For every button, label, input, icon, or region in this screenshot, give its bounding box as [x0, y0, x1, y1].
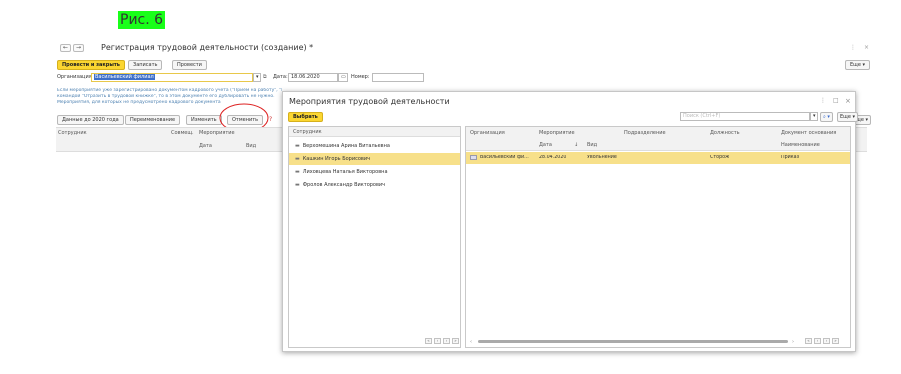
col-department: Подразделение — [624, 130, 666, 136]
window-title: Регистрация трудовой деятельности (созда… — [101, 43, 314, 52]
dialog-more-button[interactable]: Еще ▾ — [837, 112, 859, 122]
info-line-1: Если мероприятие уже зарегистрировано до… — [57, 88, 282, 93]
nav-prev-button[interactable]: ‹ — [434, 338, 441, 344]
events-nav-last-button[interactable]: » — [832, 338, 839, 344]
organization-field[interactable]: Васильевский филиал — [91, 73, 253, 82]
col-event-kind: Вид — [246, 143, 257, 149]
main-more-button[interactable]: Еще ▾ — [845, 60, 871, 70]
employees-header: Сотрудник — [293, 129, 322, 135]
search-icon[interactable]: ⌕ ▾ — [820, 112, 833, 122]
dialog-close-icon[interactable]: × — [845, 97, 851, 105]
employee-name: Кашкин Игорь Борисович — [302, 156, 371, 162]
events-panel: Организация Мероприятие Дата ↓ Вид Подра… — [465, 126, 851, 348]
horizontal-scrollbar[interactable] — [478, 340, 788, 343]
col-basis-name: Наименование — [781, 142, 820, 148]
events-nav-prev-button[interactable]: ‹ — [814, 338, 821, 344]
col-date: Дата — [539, 142, 552, 148]
dialog-more-icon[interactable]: ⋮ — [820, 97, 826, 104]
col-combine: Совмещ. — [171, 130, 194, 136]
info-line-2: командой "Отразить в трудовой книжке", т… — [57, 94, 275, 99]
organization-label: Организация: — [57, 74, 94, 80]
col-basis-doc: Документ основания — [781, 130, 837, 136]
employee-icon: ▬ — [295, 182, 300, 188]
employee-row[interactable]: ▬ Верхомешина Арина Витальевна — [289, 140, 460, 152]
events-nav-first-button[interactable]: « — [805, 338, 812, 344]
data-before-2020-button[interactable]: Данные до 2020 года — [57, 115, 124, 125]
post-button[interactable]: Провести — [172, 60, 207, 70]
employee-name: Лиховцева Наталья Викторовна — [302, 169, 388, 175]
post-and-close-button[interactable]: Провести и закрыть — [57, 60, 125, 70]
employee-name: Фролов Александр Викторович — [302, 182, 386, 188]
date-field[interactable]: 18.06.2020 — [288, 73, 338, 82]
event-organization: Васильевский фи... — [480, 155, 529, 160]
employee-icon: ▬ — [295, 143, 300, 149]
employees-panel: Сотрудник ▬ Верхомешина Арина Витальевна ▬… — [288, 126, 461, 348]
employee-icon: ▬ — [295, 156, 300, 162]
event-basis-name: Приказ — [781, 155, 800, 160]
window-more-icon[interactable]: ⋮ — [850, 44, 856, 51]
number-field[interactable] — [372, 73, 424, 82]
dialog-title: Мероприятия трудовой деятельности — [289, 97, 450, 106]
select-button[interactable]: Выбрать — [288, 112, 323, 122]
events-dialog: Мероприятия трудовой деятельности ⋮ □ × … — [282, 91, 859, 352]
scroll-left-icon[interactable]: ‹ — [470, 339, 472, 345]
employees-list: ▬ Верхомешина Арина Витальевна ▬ Кашкин Иго… — [289, 140, 460, 200]
employee-row[interactable]: ▬ Кашкин Игорь Борисович — [289, 153, 460, 165]
scroll-right-icon[interactable]: › — [792, 339, 794, 345]
event-row[interactable]: Васильевский фи... 28.04.2020 Увольнение… — [466, 152, 850, 164]
nav-first-button[interactable]: « — [425, 338, 432, 344]
back-button[interactable]: ← — [60, 44, 71, 52]
date-label: Дата: — [273, 74, 288, 80]
employee-row[interactable]: ▬ Лиховцева Наталья Викторовна — [289, 166, 460, 178]
maximize-icon[interactable]: □ — [833, 97, 839, 104]
dropdown-icon[interactable]: ▾ — [253, 73, 261, 82]
col-employee: Сотрудник — [58, 130, 87, 136]
employee-name: Верхомешина Арина Витальевна — [302, 143, 390, 149]
event-kind: Увольнение — [587, 155, 617, 160]
event-position: Сторож — [710, 155, 730, 160]
employee-row[interactable]: ▬ Фролов Александр Викторович — [289, 179, 460, 191]
nav-next-button[interactable]: › — [443, 338, 450, 344]
organization-value: Васильевский филиал — [94, 74, 155, 80]
link-icon[interactable]: ⧉ — [263, 74, 267, 80]
sort-icon[interactable]: ↓ — [574, 142, 578, 148]
col-event: Мероприятие — [539, 130, 575, 136]
forward-button[interactable]: → — [73, 44, 84, 52]
col-organization: Организация — [470, 130, 505, 136]
col-kind: Вид — [587, 142, 598, 148]
save-button[interactable]: Записать — [128, 60, 163, 70]
figure-label: Рис. 6 — [118, 11, 166, 29]
event-date: 28.04.2020 — [539, 155, 567, 160]
rename-button[interactable]: Переименование — [125, 115, 181, 125]
window-close-icon[interactable]: × — [864, 44, 869, 51]
nav-last-button[interactable]: » — [452, 338, 459, 344]
col-position: Должность — [710, 130, 740, 136]
events-nav-next-button[interactable]: › — [823, 338, 830, 344]
change-button[interactable]: Изменить — [186, 115, 222, 125]
col-event-date: Дата — [199, 143, 212, 149]
calendar-icon[interactable]: ▭ — [338, 73, 348, 82]
search-input[interactable]: Поиск (Ctrl+F) — [680, 112, 810, 121]
document-icon — [470, 155, 477, 160]
employee-icon: ▬ — [295, 169, 300, 175]
search-dropdown-icon[interactable]: ▾ — [810, 112, 818, 121]
number-label: Номер: — [351, 74, 370, 80]
col-event: Мероприятие — [199, 130, 235, 136]
